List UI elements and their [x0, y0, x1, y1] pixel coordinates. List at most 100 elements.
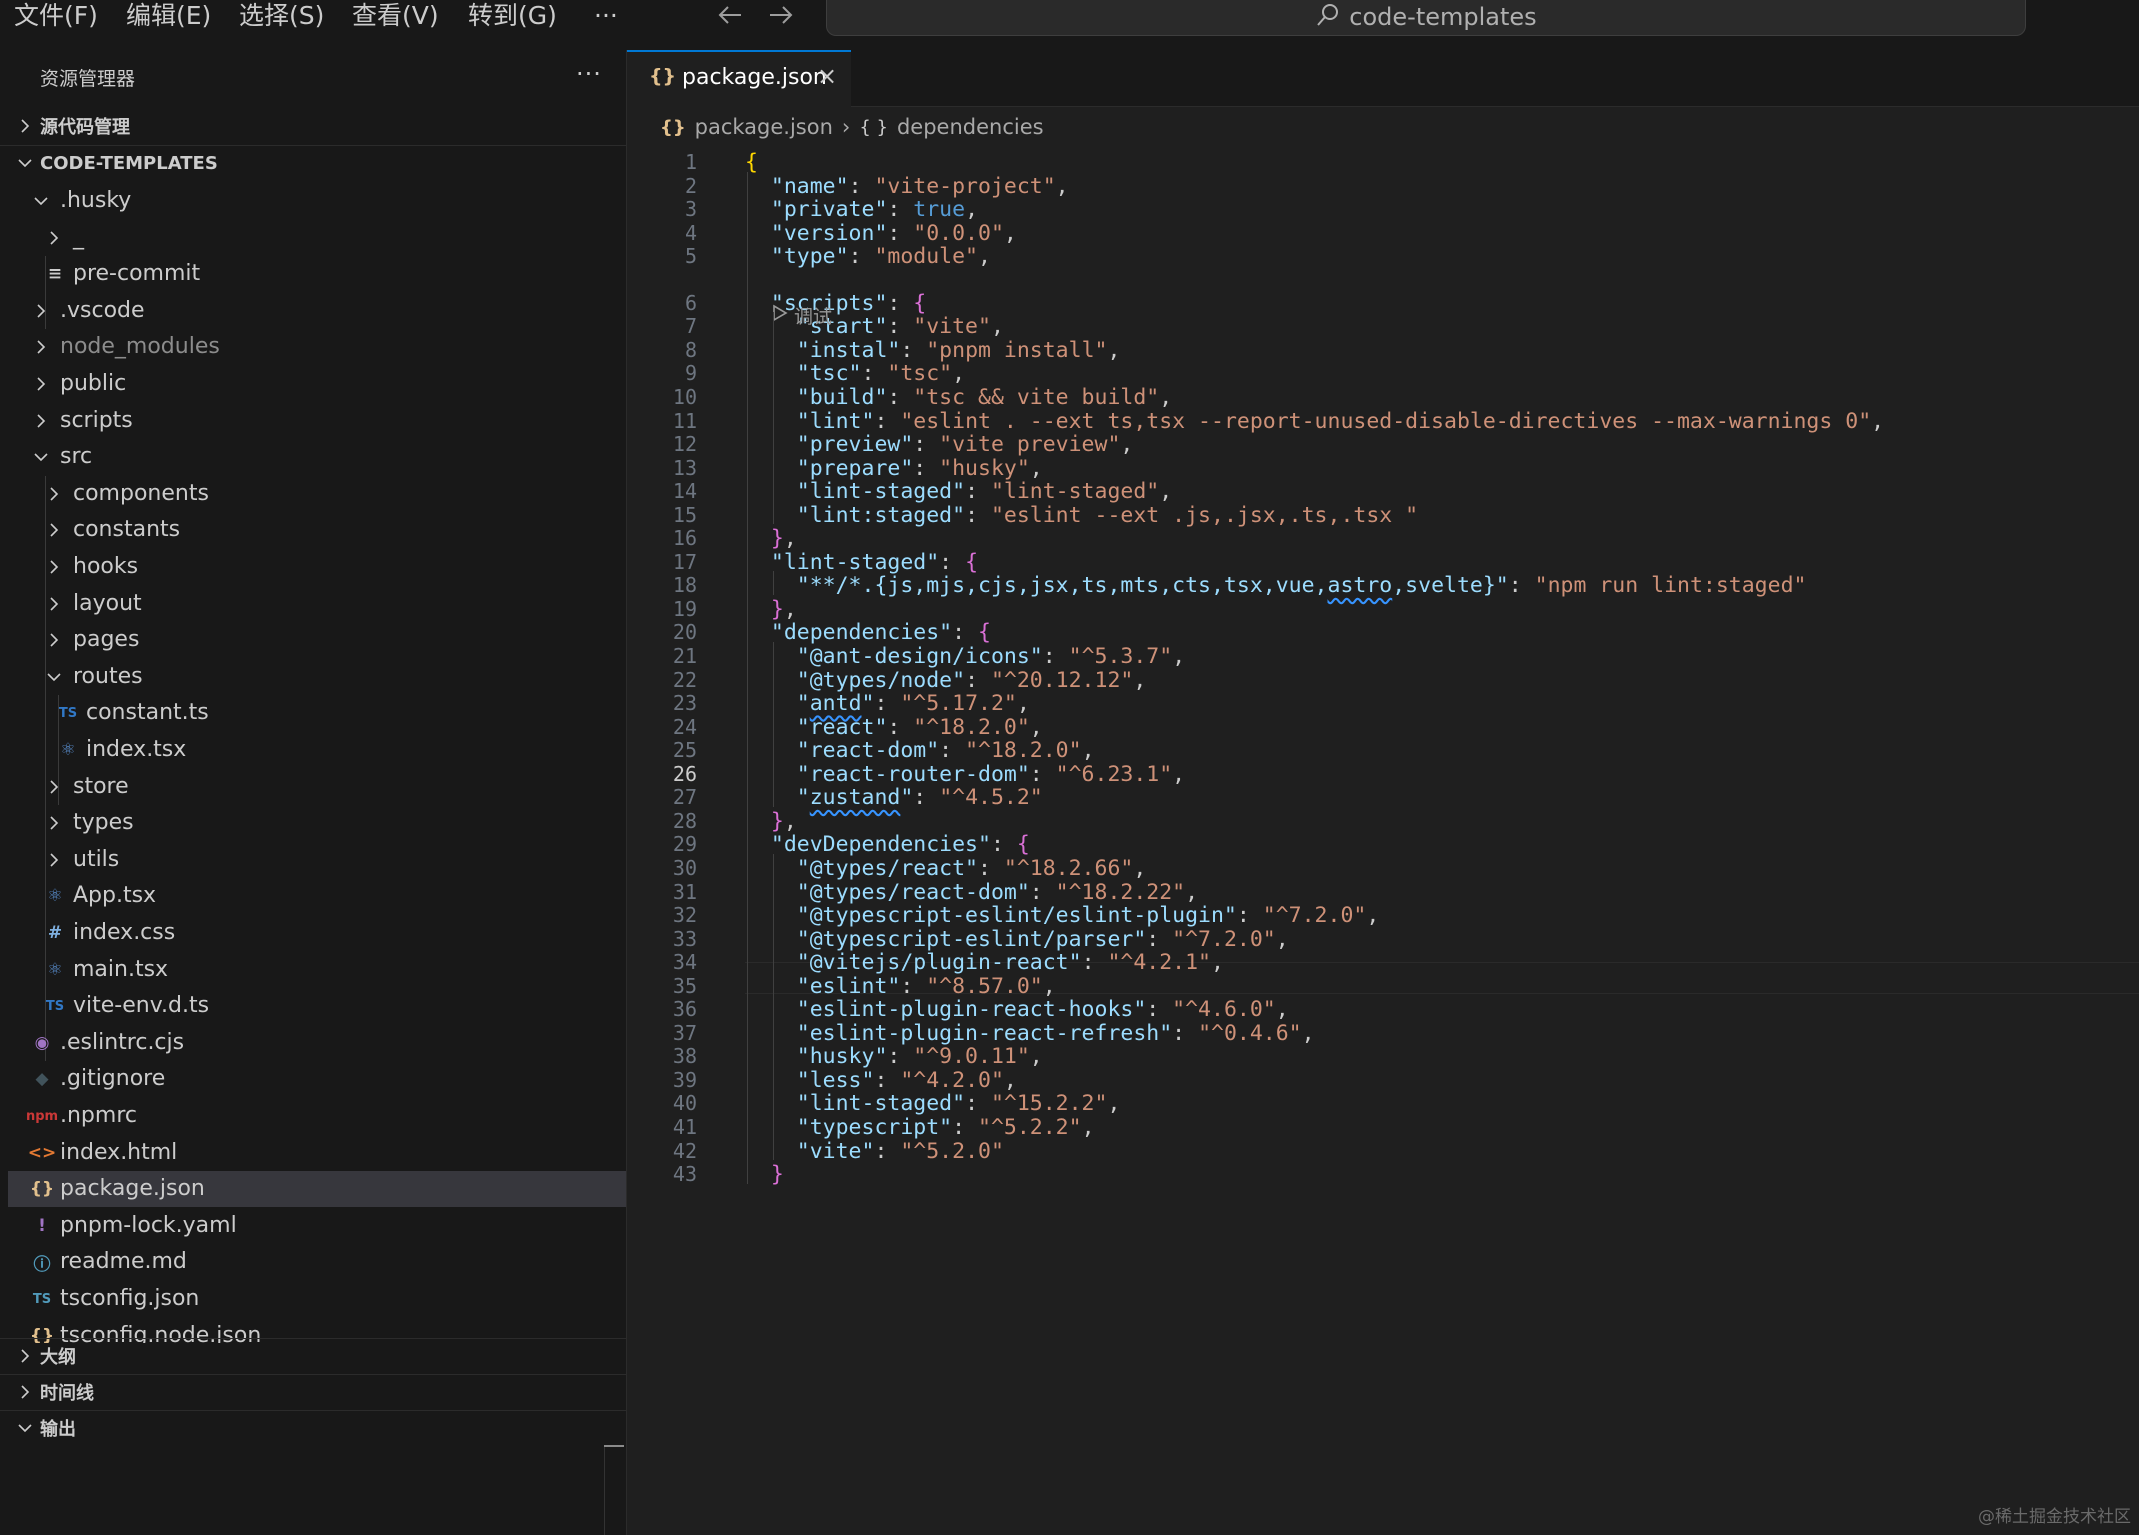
code-line: "prepare": "husky", — [796, 455, 1043, 481]
tree-item-pre-commit[interactable]: ≡ pre-commit — [8, 256, 626, 292]
code-line: "devDependencies": { — [770, 832, 1030, 858]
react-icon: ⚛ — [60, 740, 76, 760]
chevron-down-icon — [30, 446, 52, 468]
menu-edit[interactable]: 编辑(E) — [126, 0, 211, 36]
tree-item-pages[interactable]: pages — [8, 622, 626, 658]
code-line: "typescript": "^5.2.2", — [796, 1115, 1095, 1140]
object-icon: { } — [859, 116, 888, 138]
tree-item-label: constant.ts — [86, 700, 209, 726]
breadcrumb: {} package.json › { } dependencies — [660, 112, 1044, 142]
tree-item-npmrc[interactable]: npm .npmrc — [8, 1098, 626, 1134]
source-control-label: 源代码管理 — [40, 117, 130, 138]
chevron-right-icon — [43, 519, 65, 541]
line-number: 33 — [672, 926, 697, 951]
outline-section[interactable]: 大纲 — [0, 1338, 626, 1373]
workspace-label: CODE-TEMPLATES — [40, 152, 218, 174]
code-line: "tsc": "tsc", — [796, 361, 966, 387]
tree-item-constants[interactable]: constants — [8, 512, 626, 548]
tree-item-node-modules[interactable]: node_modules — [8, 329, 626, 365]
tree-item-tsconfig-json[interactable]: TS tsconfig.json — [8, 1281, 626, 1317]
tree-item-app-tsx[interactable]: ⚛ App.tsx — [8, 878, 626, 914]
tree-item-eslintrc-cjs[interactable]: ◉ .eslintrc.cjs — [8, 1025, 626, 1061]
tree-item-index-tsx[interactable]: ⚛ index.tsx — [8, 732, 626, 768]
tree-item-vscode[interactable]: .vscode — [8, 293, 626, 329]
codelens-label: 调试 — [794, 306, 833, 328]
tree-item-package-json[interactable]: {} package.json — [8, 1171, 626, 1208]
tree-item-label: pnpm-lock.yaml — [60, 1212, 237, 1238]
source-control-section[interactable]: 源代码管理 — [0, 109, 626, 143]
tree-item-gitignore[interactable]: ◆ .gitignore — [8, 1061, 626, 1097]
tree-item-index-html[interactable]: <> index.html — [8, 1135, 626, 1171]
tree-item-constant-ts[interactable]: TS constant.ts — [8, 695, 626, 731]
debug-codelens[interactable]: 调试 — [772, 302, 832, 329]
breadcrumb-file[interactable]: package.json — [695, 115, 833, 139]
panel-resize-handle[interactable] — [604, 1445, 624, 1447]
output-section[interactable]: 输出 — [0, 1410, 626, 1445]
tree-item-vite-env-d-ts[interactable]: TS vite-env.d.ts — [8, 988, 626, 1024]
line-number: 4 — [684, 220, 697, 245]
tree-item-label: hooks — [73, 554, 139, 579]
tree-item-label: .husky — [60, 188, 132, 213]
tree-item-underscore[interactable]: _ — [8, 220, 626, 256]
tree-item-label: index.html — [60, 1139, 178, 1165]
output-scrollbar[interactable] — [604, 1447, 605, 1535]
tree-item-utils[interactable]: utils — [8, 842, 626, 878]
tree-item-store[interactable]: store — [8, 769, 626, 805]
menu-view[interactable]: 查看(V) — [352, 0, 439, 36]
search-icon — [1315, 2, 1341, 32]
forward-arrow-icon[interactable] — [766, 0, 796, 34]
line-number: 13 — [672, 455, 697, 480]
tree-item-index-css[interactable]: # index.css — [8, 915, 626, 951]
line-number: 10 — [672, 384, 697, 409]
tree-item-husky[interactable]: .husky — [8, 183, 626, 219]
code-line: "husky": "^9.0.11", — [796, 1044, 1043, 1070]
tree-item-label: types — [73, 810, 134, 836]
tree-item-label: index.tsx — [86, 737, 187, 762]
explorer-more-button[interactable]: ··· — [576, 60, 602, 88]
breadcrumb-symbol[interactable]: dependencies — [897, 115, 1044, 139]
line-number: 36 — [672, 997, 697, 1022]
close-icon[interactable]: × — [817, 62, 837, 90]
tree-item-public[interactable]: public — [8, 366, 626, 402]
code-line: } — [770, 1162, 784, 1188]
code-line: "private": true, — [770, 197, 979, 223]
tree-item-label: .npmrc — [60, 1103, 137, 1128]
ts-icon: TS — [58, 705, 78, 721]
chevron-right-icon — [30, 410, 52, 432]
tree-item-label: .gitignore — [60, 1066, 166, 1092]
workspace-section[interactable]: CODE-TEMPLATES — [0, 145, 626, 180]
tree-item-readme-md[interactable]: ⓘ readme.md — [8, 1244, 626, 1280]
tree-item-routes[interactable]: routes — [8, 659, 626, 695]
indent-guide — [747, 171, 748, 1184]
line-number: 43 — [672, 1162, 697, 1187]
tree-item-types[interactable]: types — [8, 805, 626, 841]
tree-item-hooks[interactable]: hooks — [8, 549, 626, 585]
menu-more[interactable]: ··· — [594, 0, 618, 36]
tree-item-layout[interactable]: layout — [8, 586, 626, 622]
line-number: 22 — [672, 667, 697, 692]
menu-selection[interactable]: 选择(S) — [239, 0, 324, 36]
line-number: 37 — [672, 1020, 697, 1045]
code-line: "type": "module", — [770, 244, 991, 270]
back-arrow-icon[interactable] — [715, 0, 745, 34]
tree-item-scripts[interactable]: scripts — [8, 403, 626, 439]
file-tree: .husky _ ≡ pre-commit .vscode node_modules pub… — [0, 183, 626, 1343]
line-number: 6 — [684, 290, 697, 315]
tree-item-pnpm-lock-yaml[interactable]: ! pnpm-lock.yaml — [8, 1208, 626, 1244]
line-number: 11 — [672, 408, 697, 433]
code-line: "eslint": "^8.57.0", — [796, 973, 1056, 999]
ts-icon: TS — [45, 998, 65, 1014]
tree-item-src[interactable]: src — [8, 439, 626, 475]
menu-goto[interactable]: 转到(G) — [468, 0, 557, 36]
timeline-section[interactable]: 时间线 — [0, 1374, 626, 1409]
tree-item-components[interactable]: components — [8, 476, 626, 512]
code-line: "react-dom": "^18.2.0", — [796, 738, 1095, 764]
code-line: }, — [770, 526, 797, 552]
chevron-down-icon — [14, 1417, 36, 1439]
command-center-search[interactable]: code-templates — [826, 0, 2026, 36]
line-number: 15 — [672, 502, 697, 527]
menu-file[interactable]: 文件(F) — [14, 0, 98, 36]
line-number: 41 — [672, 1115, 697, 1139]
tree-item-main-tsx[interactable]: ⚛ main.tsx — [8, 952, 626, 988]
tab-package-json[interactable]: {} package.json × — [627, 50, 851, 107]
